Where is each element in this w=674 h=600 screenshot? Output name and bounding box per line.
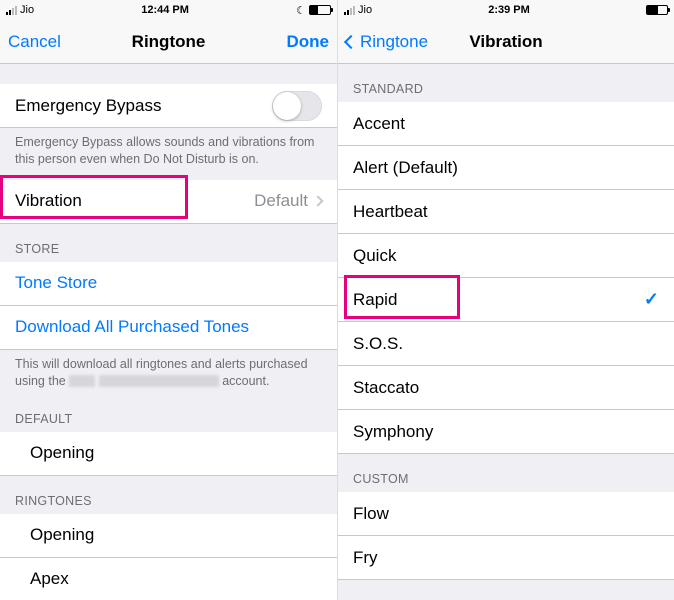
vibration-option-rapid[interactable]: Rapid ✓: [338, 278, 674, 322]
emergency-bypass-toggle[interactable]: [272, 91, 322, 121]
emergency-bypass-label: Emergency Bypass: [15, 96, 161, 116]
vibration-option-alert-default[interactable]: Alert (Default): [338, 146, 674, 190]
standard-section-header: STANDARD: [338, 64, 674, 102]
ringtones-section-header: RINGTONES: [0, 476, 337, 514]
carrier-label: Jio: [20, 4, 34, 16]
vibration-screen: Jio 2:39 PM Ringtone Vibration STANDARD …: [337, 0, 674, 600]
default-section-header: DEFAULT: [0, 402, 337, 432]
vibration-option-sos[interactable]: S.O.S.: [338, 322, 674, 366]
ringtone-screen: Jio 12:44 PM ☾ Cancel Ringtone Done Emer…: [0, 0, 337, 600]
vibration-row[interactable]: Vibration Default: [0, 180, 337, 224]
nav-bar: Cancel Ringtone Done: [0, 20, 337, 64]
vibration-value: Default: [254, 191, 308, 211]
emergency-bypass-footer: Emergency Bypass allows sounds and vibra…: [0, 128, 337, 180]
signal-bars-icon: [6, 5, 17, 15]
default-tone-row[interactable]: Opening: [0, 432, 337, 476]
carrier-label: Jio: [358, 4, 372, 16]
battery-icon: [309, 5, 331, 15]
store-footer: This will download all ringtones and ale…: [0, 350, 337, 402]
vibration-option-symphony[interactable]: Symphony: [338, 410, 674, 454]
vibration-option-fry[interactable]: Fry: [338, 536, 674, 580]
chevron-right-icon: [312, 196, 323, 207]
cancel-button[interactable]: Cancel: [8, 32, 78, 52]
custom-section-header: CUSTOM: [338, 454, 674, 492]
ringtone-row[interactable]: Apex: [0, 558, 337, 600]
default-tone-label: Opening: [30, 443, 94, 463]
signal-bars-icon: [344, 5, 355, 15]
emergency-bypass-row[interactable]: Emergency Bypass: [0, 84, 337, 128]
status-bar: Jio 12:44 PM ☾: [0, 0, 337, 20]
vibration-option-quick[interactable]: Quick: [338, 234, 674, 278]
do-not-disturb-icon: ☾: [296, 4, 306, 17]
download-purchased-link[interactable]: Download All Purchased Tones: [0, 306, 337, 350]
battery-icon: [646, 5, 668, 15]
vibration-option-accent[interactable]: Accent: [338, 102, 674, 146]
ringtone-row[interactable]: Opening: [0, 514, 337, 558]
back-button[interactable]: Ringtone: [346, 32, 428, 52]
vibration-option-flow[interactable]: Flow: [338, 492, 674, 536]
vibration-label: Vibration: [15, 191, 82, 211]
nav-bar: Ringtone Vibration: [338, 20, 674, 64]
clock: 12:44 PM: [141, 4, 189, 16]
done-button[interactable]: Done: [259, 32, 329, 52]
tone-store-link[interactable]: Tone Store: [0, 262, 337, 306]
checkmark-icon: ✓: [644, 289, 659, 310]
status-bar: Jio 2:39 PM: [338, 0, 674, 20]
chevron-left-icon: [344, 34, 358, 48]
store-section-header: STORE: [0, 224, 337, 262]
vibration-option-staccato[interactable]: Staccato: [338, 366, 674, 410]
clock: 2:39 PM: [488, 4, 530, 16]
vibration-option-heartbeat[interactable]: Heartbeat: [338, 190, 674, 234]
